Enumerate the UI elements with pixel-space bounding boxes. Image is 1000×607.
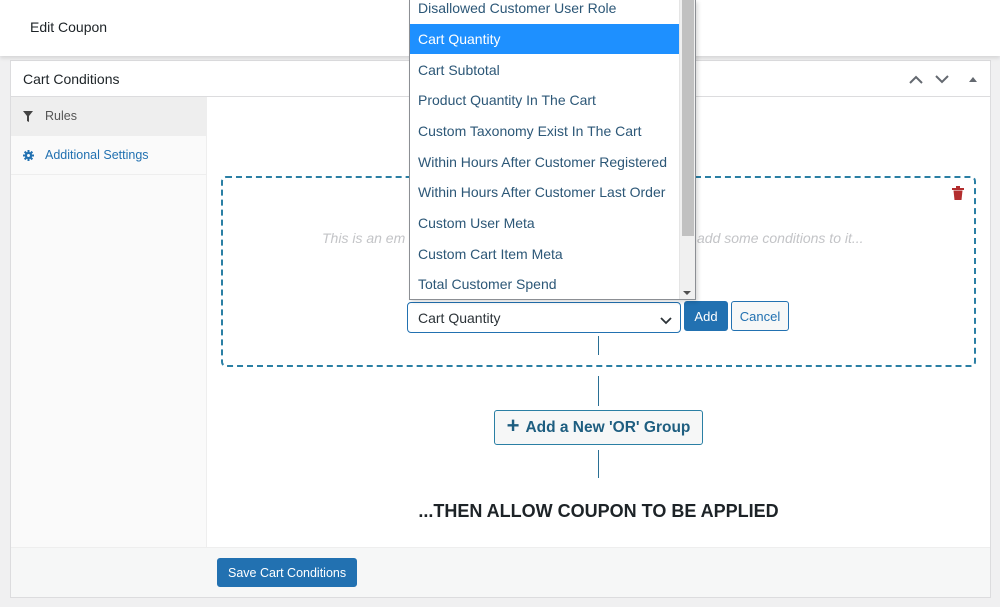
option-custom-cart-item-meta[interactable]: Custom Cart Item Meta xyxy=(410,238,680,269)
empty-message-start: This is an em xyxy=(322,230,406,246)
plus-icon: + xyxy=(506,413,520,438)
gear-icon xyxy=(23,149,45,161)
option-cart-quantity[interactable]: Cart Quantity xyxy=(410,23,680,55)
option-product-quantity-in-cart[interactable]: Product Quantity In The Cart xyxy=(410,85,680,116)
move-up-icon[interactable] xyxy=(906,69,926,89)
option-within-hours-registered[interactable]: Within Hours After Customer Registered xyxy=(410,146,680,177)
trash-icon[interactable] xyxy=(952,186,964,200)
sidebar-item-additional-settings[interactable]: Additional Settings xyxy=(11,136,206,175)
condition-type-select[interactable]: Cart Quantity xyxy=(407,302,681,333)
sidebar-item-label: Additional Settings xyxy=(45,148,149,162)
connector-line xyxy=(598,376,599,406)
dropdown-scrollbar[interactable] xyxy=(679,0,695,299)
option-cart-subtotal[interactable]: Cart Subtotal xyxy=(410,54,680,85)
then-allow-text: ...THEN ALLOW COUPON TO BE APPLIED xyxy=(418,501,779,521)
option-disallowed-customer-user-role[interactable]: Disallowed Customer User Role xyxy=(410,0,680,24)
option-custom-taxonomy-exist[interactable]: Custom Taxonomy Exist In The Cart xyxy=(410,116,680,147)
page-title: Edit Coupon xyxy=(30,19,108,35)
panel-title: Cart Conditions xyxy=(23,71,120,87)
option-custom-user-meta[interactable]: Custom User Meta xyxy=(410,208,680,239)
add-or-group-label: Add a New 'OR' Group xyxy=(525,418,691,436)
sidebar-item-rules[interactable]: Rules xyxy=(11,97,206,136)
scroll-down-arrow-icon[interactable] xyxy=(683,291,691,295)
option-within-hours-last-order[interactable]: Within Hours After Customer Last Order xyxy=(410,177,680,208)
empty-message-end: add some conditions to it... xyxy=(697,230,864,246)
cancel-button[interactable]: Cancel xyxy=(731,301,789,331)
add-or-group-button[interactable]: + Add a New 'OR' Group xyxy=(494,410,703,445)
select-value: Cart Quantity xyxy=(418,310,501,326)
save-cart-conditions-button[interactable]: Save Cart Conditions xyxy=(217,558,358,587)
chevron-down-icon xyxy=(660,312,672,328)
sidebar: Rules Additional Settings xyxy=(11,97,207,547)
sidebar-item-label: Rules xyxy=(45,109,77,123)
scrollbar-thumb[interactable] xyxy=(682,0,694,236)
filter-icon xyxy=(23,110,45,122)
condition-options-list[interactable]: Disallowed Customer User Role Cart Quant… xyxy=(409,0,696,300)
add-condition-button[interactable]: Add xyxy=(684,301,728,331)
option-total-customer-spend[interactable]: Total Customer Spend xyxy=(410,269,680,299)
panel-footer: Save Cart Conditions xyxy=(11,547,990,597)
move-down-icon[interactable] xyxy=(932,69,952,89)
connector-line xyxy=(598,450,599,478)
toggle-panel-icon[interactable] xyxy=(963,69,983,89)
connector-line xyxy=(598,336,599,355)
